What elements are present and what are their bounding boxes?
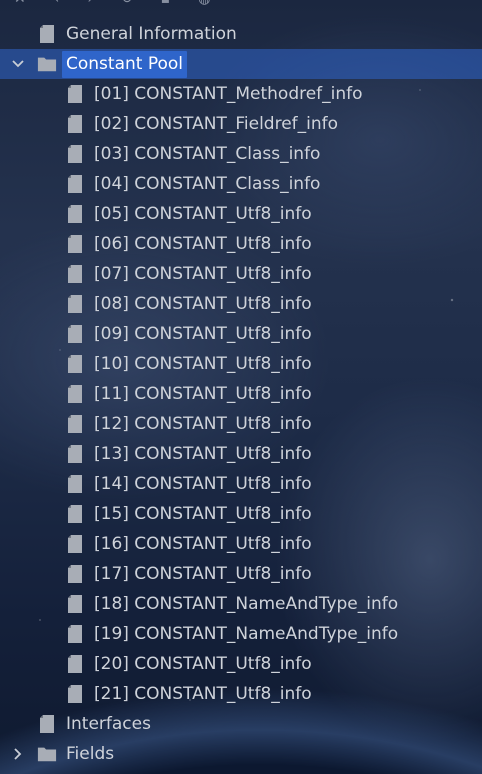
file-icon: [37, 714, 57, 734]
tree-item-fields[interactable]: Fields: [0, 739, 482, 769]
tree-item-label: [19] CONSTANT_NameAndType_info: [94, 623, 399, 644]
tree-item-constant[interactable]: [01] CONSTANT_Methodref_info: [0, 79, 482, 109]
file-icon: [65, 384, 85, 404]
file-icon: [65, 114, 85, 134]
file-icon: [65, 444, 85, 464]
tree-item-constant[interactable]: [09] CONSTANT_Utf8_info: [0, 319, 482, 349]
tree-item-constant-pool[interactable]: Constant Pool: [0, 49, 482, 79]
tree-item-label: [10] CONSTANT_Utf8_info: [94, 353, 312, 374]
forward-icon[interactable]: ›: [87, 0, 93, 7]
tree-item-constant[interactable]: [14] CONSTANT_Utf8_info: [0, 469, 482, 499]
tree-item-label: [02] CONSTANT_Fieldref_info: [94, 113, 339, 134]
tree-item-constant[interactable]: [03] CONSTANT_Class_info: [0, 139, 482, 169]
file-icon: [65, 174, 85, 194]
tree-item-constant[interactable]: [08] CONSTANT_Utf8_info: [0, 289, 482, 319]
tree-item-label: [06] CONSTANT_Utf8_info: [94, 233, 312, 254]
tree-item-constant[interactable]: [05] CONSTANT_Utf8_info: [0, 199, 482, 229]
tree-item-constant[interactable]: [10] CONSTANT_Utf8_info: [0, 349, 482, 379]
tree-item-label: [05] CONSTANT_Utf8_info: [94, 203, 312, 224]
chevron-down-icon[interactable]: [11, 57, 25, 71]
tree-item-constant[interactable]: [11] CONSTANT_Utf8_info: [0, 379, 482, 409]
tree-item-constant[interactable]: [06] CONSTANT_Utf8_info: [0, 229, 482, 259]
tree-item-constant[interactable]: [20] CONSTANT_Utf8_info: [0, 649, 482, 679]
folder-icon: [37, 54, 57, 74]
file-icon: [65, 144, 85, 164]
tree-item-label: Constant Pool: [62, 50, 187, 78]
tree-item-label: Fields: [66, 743, 115, 764]
tree-item-label: General Information: [66, 23, 237, 44]
toolbar: ✕ ‹ › ↻ ▪ ◍: [0, 0, 482, 8]
file-icon: [65, 204, 85, 224]
file-icon: [65, 504, 85, 524]
tree-item-constant[interactable]: [15] CONSTANT_Utf8_info: [0, 499, 482, 529]
tree-item-constant[interactable]: [02] CONSTANT_Fieldref_info: [0, 109, 482, 139]
tree-item-label: [15] CONSTANT_Utf8_info: [94, 503, 312, 524]
file-icon: [65, 594, 85, 614]
tree-item-label: [04] CONSTANT_Class_info: [94, 173, 321, 194]
tree-item-constant[interactable]: [13] CONSTANT_Utf8_info: [0, 439, 482, 469]
constant-pool-entries: [01] CONSTANT_Methodref_info [02] CONSTAN…: [0, 79, 482, 709]
chevron-right-icon[interactable]: [11, 747, 25, 761]
tree-item-label: [01] CONSTANT_Methodref_info: [94, 83, 363, 104]
close-icon[interactable]: ✕: [14, 0, 26, 7]
tree-item-label: [03] CONSTANT_Class_info: [94, 143, 321, 164]
file-icon: [65, 414, 85, 434]
folder-icon: [37, 744, 57, 764]
globe-icon[interactable]: ◍: [198, 0, 210, 7]
tree-item-label: [18] CONSTANT_NameAndType_info: [94, 593, 399, 614]
file-icon: [65, 84, 85, 104]
file-icon: [65, 234, 85, 254]
tree-item-constant[interactable]: [04] CONSTANT_Class_info: [0, 169, 482, 199]
tree-item-label: [12] CONSTANT_Utf8_info: [94, 413, 312, 434]
tree-item-general-information[interactable]: General Information: [0, 19, 482, 49]
file-icon: [65, 534, 85, 554]
tree-item-label: [11] CONSTANT_Utf8_info: [94, 383, 312, 404]
back-icon[interactable]: ‹: [54, 0, 60, 7]
tree-item-constant[interactable]: [19] CONSTANT_NameAndType_info: [0, 619, 482, 649]
class-structure-tree: General Information Constant Pool [01] C…: [0, 19, 482, 769]
tree-item-constant[interactable]: [07] CONSTANT_Utf8_info: [0, 259, 482, 289]
file-icon: [65, 474, 85, 494]
tree-item-constant[interactable]: [21] CONSTANT_Utf8_info: [0, 679, 482, 709]
tree-item-label: [21] CONSTANT_Utf8_info: [94, 683, 312, 704]
file-icon: [65, 654, 85, 674]
tree-item-label: [13] CONSTANT_Utf8_info: [94, 443, 312, 464]
file-icon: [65, 624, 85, 644]
tree-item-label: Interfaces: [66, 713, 151, 734]
tree-item-label: [08] CONSTANT_Utf8_info: [94, 293, 312, 314]
file-icon: [65, 294, 85, 314]
tree-item-interfaces[interactable]: Interfaces: [0, 709, 482, 739]
save-icon[interactable]: ▪: [161, 0, 171, 7]
tree-item-constant[interactable]: [18] CONSTANT_NameAndType_info: [0, 589, 482, 619]
tree-item-label: [17] CONSTANT_Utf8_info: [94, 563, 312, 584]
refresh-icon[interactable]: ↻: [121, 0, 133, 7]
file-icon: [65, 324, 85, 344]
file-icon: [65, 354, 85, 374]
tree-item-constant[interactable]: [12] CONSTANT_Utf8_info: [0, 409, 482, 439]
file-icon: [65, 564, 85, 584]
file-icon: [37, 24, 57, 44]
file-icon: [65, 264, 85, 284]
tree-item-constant[interactable]: [17] CONSTANT_Utf8_info: [0, 559, 482, 589]
tree-item-label: [09] CONSTANT_Utf8_info: [94, 323, 312, 344]
tree-item-label: [20] CONSTANT_Utf8_info: [94, 653, 312, 674]
file-icon: [65, 684, 85, 704]
tree-item-constant[interactable]: [16] CONSTANT_Utf8_info: [0, 529, 482, 559]
tree-item-label: [14] CONSTANT_Utf8_info: [94, 473, 312, 494]
tree-item-label: [16] CONSTANT_Utf8_info: [94, 533, 312, 554]
tree-item-label: [07] CONSTANT_Utf8_info: [94, 263, 312, 284]
